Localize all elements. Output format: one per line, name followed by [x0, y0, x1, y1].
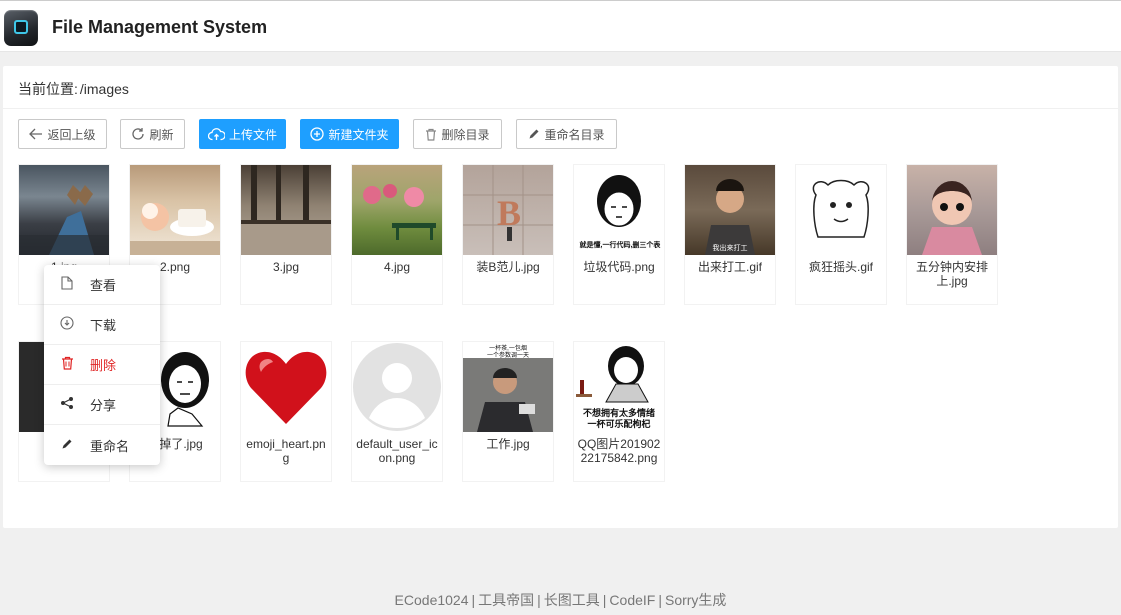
footer: ECode1024 | 工具帝国 | 长图工具 | CodeIF | Sorry生成: [394, 592, 727, 608]
trash-icon: [44, 356, 90, 373]
refresh-button[interactable]: 刷新: [120, 119, 185, 149]
file-name: 垃圾代码.png: [583, 260, 655, 274]
file-name: 五分钟内安排上.jpg: [915, 260, 988, 288]
rename-directory-button-label: 重命名目录: [544, 127, 605, 142]
file-thumbnail: B: [463, 165, 553, 255]
app-header: File Management System: [0, 0, 1121, 52]
file-name: 装B范儿.jpg: [476, 260, 540, 274]
plus-circle-icon: [310, 127, 325, 141]
file-item[interactable]: 4.jpg: [351, 164, 443, 305]
file-thumbnail: [19, 165, 109, 255]
file-name: 出来打工.gif: [697, 260, 762, 274]
pencil-icon: [529, 129, 539, 139]
menu-item-label: 下载: [90, 318, 117, 333]
footer-link[interactable]: Sorry生成: [665, 592, 726, 608]
app-logo: [4, 10, 38, 46]
refresh-icon: [132, 128, 145, 140]
footer-link[interactable]: CodeIF: [609, 592, 655, 608]
file-name: 4.jpg: [383, 260, 411, 274]
file-name: default_user_icon.png: [356, 437, 438, 465]
file-thumbnail: [796, 165, 886, 255]
file-name: 3.jpg: [272, 260, 300, 274]
file-name: 工作.jpg: [486, 437, 530, 451]
file-name: emoji_heart.png: [246, 437, 326, 465]
thumb-caption: 我出来打工: [712, 245, 748, 252]
thumb-caption: 一个参数调一天: [486, 353, 529, 359]
file-thumbnail: [352, 165, 442, 255]
menu-item-delete[interactable]: 删除: [44, 345, 160, 385]
file-item[interactable]: 我出来打工 出来打工.gif: [684, 164, 776, 305]
context-menu: 查看 下载 删除 分享 重命名: [44, 265, 160, 465]
file-item[interactable]: 五分钟内安排上.jpg: [906, 164, 998, 305]
pencil-icon: [44, 438, 90, 453]
menu-item-share[interactable]: 分享: [44, 385, 160, 425]
menu-item-view[interactable]: 查看: [44, 265, 160, 305]
file-name: 疯狂摇头.gif: [808, 260, 873, 274]
file-item[interactable]: 3.jpg: [240, 164, 332, 305]
footer-link[interactable]: 长图工具: [544, 592, 600, 608]
cloud-upload-icon: [207, 127, 225, 140]
heart-icon: [245, 351, 327, 424]
refresh-button-label: 刷新: [149, 127, 174, 142]
rename-directory-button[interactable]: 重命名目录: [516, 119, 617, 149]
file-icon: [44, 276, 90, 293]
file-thumbnail: [352, 342, 442, 432]
menu-item-label: 分享: [90, 398, 117, 413]
file-thumbnail: [907, 165, 997, 255]
file-item[interactable]: 疯狂摇头.gif: [795, 164, 887, 305]
app-title: File Management System: [52, 17, 268, 37]
thumb-caption: 不想拥有太多情绪 一杯可乐配枸杞: [582, 408, 655, 429]
download-circle-icon: [44, 316, 90, 333]
menu-item-label: 查看: [90, 278, 117, 293]
location-label: 当前位置:: [18, 81, 78, 97]
trash-icon: [426, 128, 437, 141]
thumb-caption: 就是懂,一行代码,删三个表: [579, 242, 661, 249]
footer-link[interactable]: 工具帝国: [478, 592, 534, 608]
file-thumbnail: [241, 165, 331, 255]
file-item[interactable]: default_user_icon.png: [351, 341, 443, 482]
file-thumbnail: [685, 165, 775, 255]
location-path: /images: [79, 81, 129, 97]
menu-item-label: 删除: [90, 358, 117, 373]
menu-item-download[interactable]: 下载: [44, 305, 160, 345]
logo-square-icon: [14, 20, 28, 34]
menu-item-label: 重命名: [90, 438, 130, 454]
file-thumbnail: [241, 342, 331, 432]
file-thumbnail: [130, 165, 220, 255]
default-user-icon: [353, 343, 441, 431]
breadcrumb: 当前位置:/images: [3, 66, 1118, 109]
menu-item-rename[interactable]: 重命名: [44, 425, 160, 465]
file-item[interactable]: 就是懂,一行代码,删三个表 垃圾代码.png: [573, 164, 665, 305]
delete-directory-button[interactable]: 删除目录: [413, 119, 502, 149]
arrow-left-icon: [29, 128, 43, 140]
upload-file-button[interactable]: 上传文件: [199, 119, 286, 149]
back-button-label: 返回上级: [47, 127, 96, 142]
new-folder-button[interactable]: 新建文件夹: [300, 119, 399, 149]
file-item[interactable]: 一杯茶,一包烟 一个参数调一天 工作.jpg: [462, 341, 554, 482]
file-item[interactable]: B 装B范儿.jpg: [462, 164, 554, 305]
file-name: QQ图片20190222175842.png: [577, 437, 661, 465]
footer-link[interactable]: ECode1024: [395, 592, 469, 608]
file-item[interactable]: emoji_heart.png: [240, 341, 332, 482]
share-icon: [44, 396, 90, 413]
back-button[interactable]: 返回上级: [18, 119, 107, 149]
new-folder-button-label: 新建文件夹: [328, 127, 389, 142]
delete-directory-button-label: 删除目录: [441, 127, 490, 142]
upload-file-button-label: 上传文件: [228, 127, 277, 142]
file-item[interactable]: 不想拥有太多情绪 一杯可乐配枸杞 QQ图片20190222175842.png: [573, 341, 665, 482]
